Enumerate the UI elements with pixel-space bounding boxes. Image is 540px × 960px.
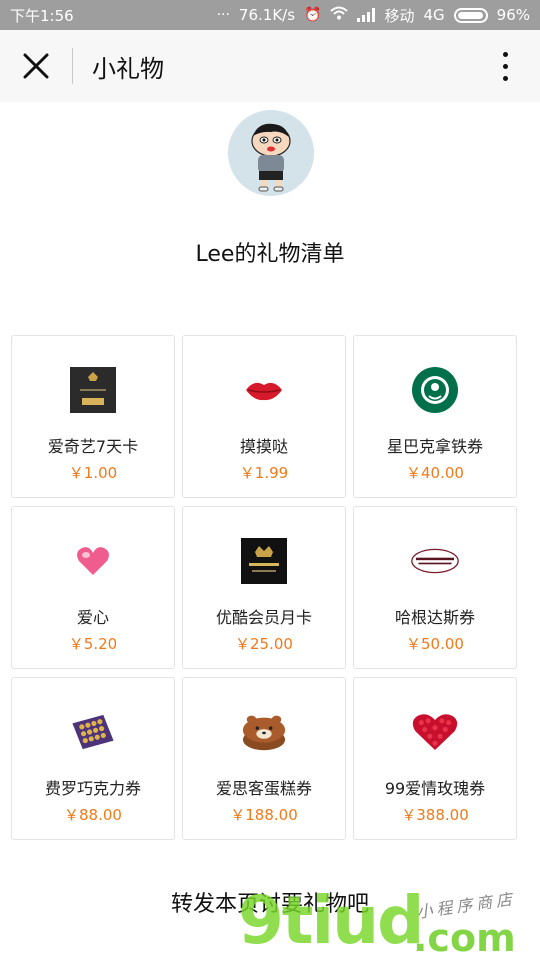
status-battery: 96% (496, 6, 530, 24)
status-time: 下午1:56 (10, 6, 74, 25)
gift-name: 99爱情玫瑰券 (384, 779, 486, 798)
gift-name: 费罗巧克力券 (44, 779, 141, 798)
gift-name: 爱心 (76, 608, 109, 627)
gift-name: 哈根达斯券 (394, 608, 475, 627)
gift-name: 爱思客蛋糕券 (215, 779, 312, 798)
gift-price: ￥5.20 (68, 635, 118, 653)
gift-price: ￥88.00 (64, 806, 122, 824)
gift-card[interactable]: 哈根达斯券 ￥50.00 (353, 506, 517, 669)
page-title: Lee的礼物清单 (195, 242, 345, 267)
more-vertical-icon (502, 51, 508, 57)
gift-price: ￥1.99 (239, 464, 289, 482)
close-button[interactable] (0, 30, 72, 102)
gift-card[interactable]: 摸摸哒 ￥1.99 (182, 335, 346, 498)
status-bar: 下午1:56 ··· 76.1K/s ⏰ 移动 4G 96% (0, 0, 540, 30)
iqiyi-card-icon (69, 366, 117, 414)
gift-card[interactable]: 爱奇艺7天卡 ￥1.00 (11, 335, 175, 498)
gift-card[interactable]: 99爱情玫瑰券 ￥388.00 (353, 677, 517, 840)
gift-card[interactable]: 爱心 ￥5.20 (11, 506, 175, 669)
gift-price: ￥25.00 (235, 635, 293, 653)
share-prompt: 转发本页讨要礼物吧 (170, 892, 369, 917)
more-button[interactable] (470, 30, 540, 102)
haagen-dazs-logo-icon (411, 537, 459, 585)
close-icon (23, 53, 49, 79)
cake-icon (240, 708, 288, 756)
signal-icon (357, 8, 376, 22)
gift-price: ￥388.00 (401, 806, 469, 824)
gift-card[interactable]: 优酷会员月卡 ￥25.00 (182, 506, 346, 669)
chocolate-box-icon (69, 708, 117, 756)
gift-name: 爱奇艺7天卡 (47, 437, 139, 456)
gift-name: 优酷会员月卡 (215, 608, 312, 627)
avatar[interactable] (228, 110, 314, 196)
starbucks-logo-icon (411, 366, 459, 414)
status-carrier: 移动 (384, 6, 415, 25)
alarm-icon: ⏰ (304, 7, 322, 23)
gift-card[interactable]: 星巴克拿铁券 ￥40.00 (353, 335, 517, 498)
nav-bar: 小礼物 (0, 30, 540, 102)
gift-card[interactable]: 爱思客蛋糕券 ￥188.00 (182, 677, 346, 840)
gift-price: ￥188.00 (230, 806, 298, 824)
rose-heart-icon (411, 708, 459, 756)
status-right: ··· 76.1K/s ⏰ 移动 4G 96% (217, 5, 530, 26)
nav-divider (72, 48, 73, 84)
status-speed: 76.1K/s (238, 6, 296, 24)
gift-name: 摸摸哒 (239, 437, 288, 456)
gift-card[interactable]: 费罗巧克力券 ￥88.00 (11, 677, 175, 840)
nav-title: 小礼物 (92, 54, 164, 83)
gift-name: 星巴克拿铁券 (386, 437, 483, 456)
gift-price: ￥50.00 (406, 635, 464, 653)
status-network: 4G (423, 6, 445, 24)
youku-card-icon (240, 537, 288, 585)
battery-icon (453, 7, 488, 23)
lips-icon (240, 366, 288, 414)
gift-price: ￥1.00 (68, 464, 118, 482)
wifi-icon (330, 6, 349, 24)
dots-icon: ··· (216, 7, 230, 23)
watermark-domain: .com (413, 916, 516, 960)
gift-grid: 爱奇艺7天卡 ￥1.00 摸摸哒 ￥1.99 星巴克拿铁券 ￥40.00 爱心 … (11, 335, 517, 840)
heart-icon (69, 537, 117, 585)
gift-price: ￥40.00 (406, 464, 464, 482)
